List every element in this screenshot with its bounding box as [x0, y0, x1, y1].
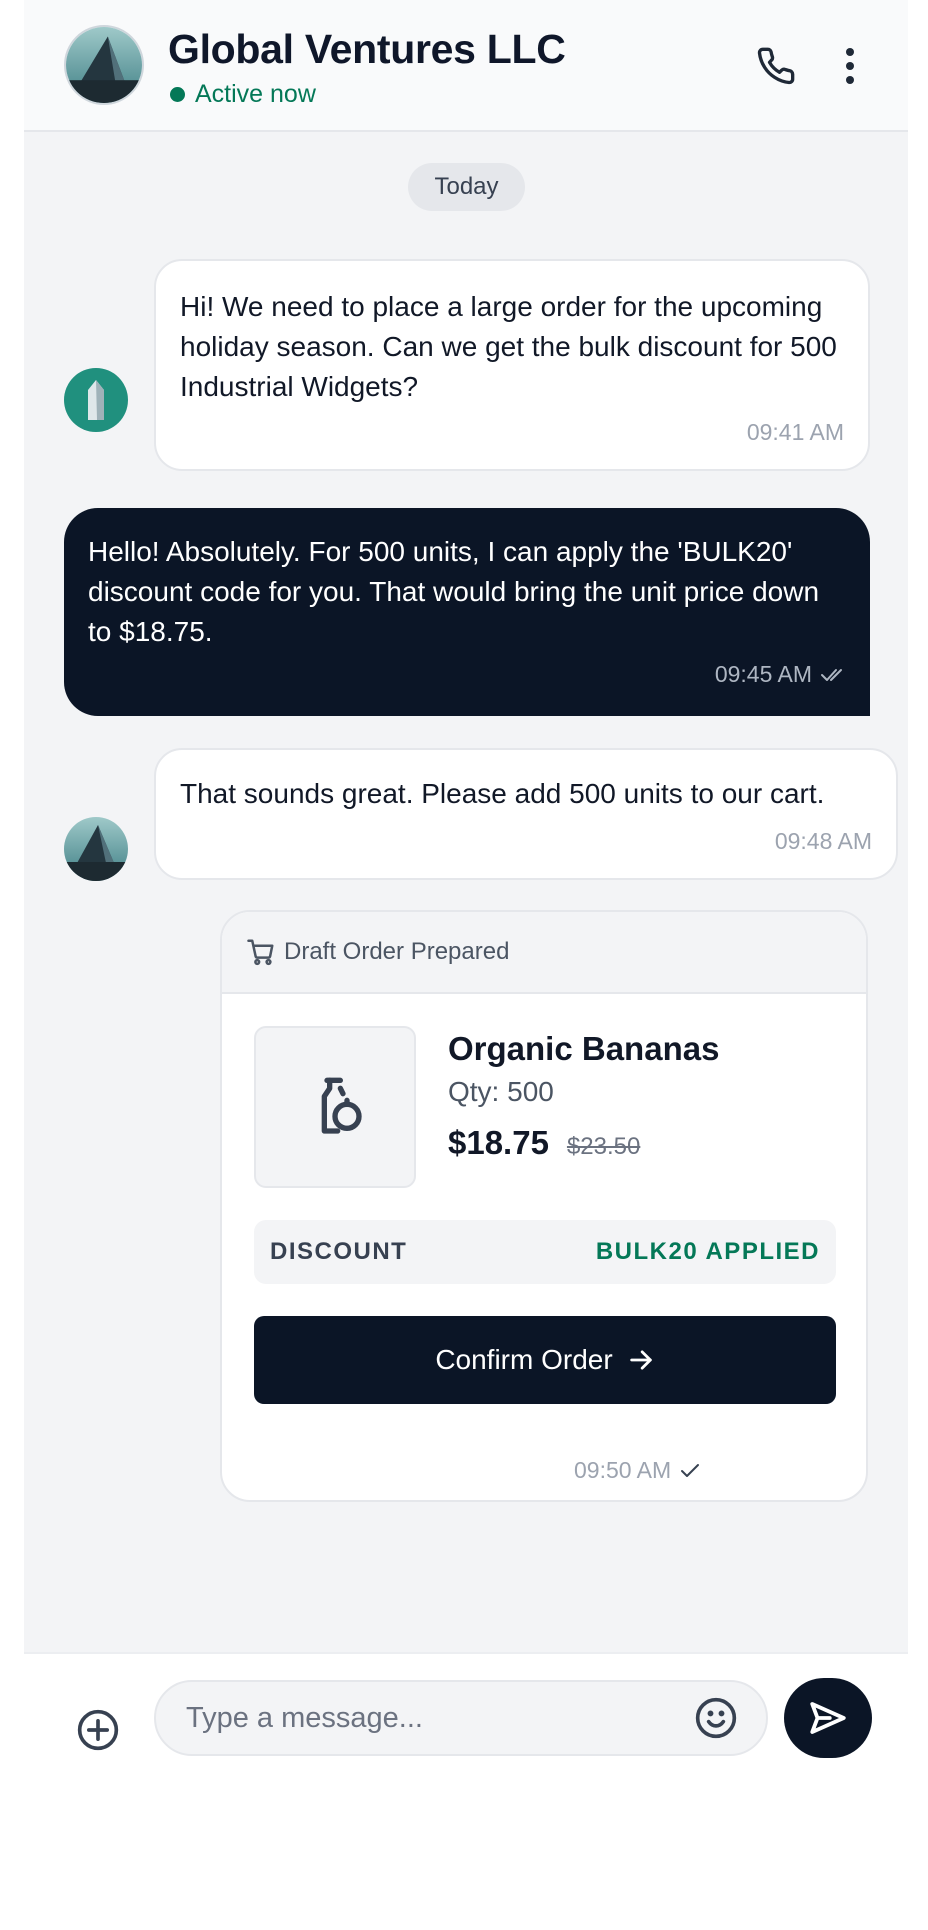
timestamp: 09:41 AM [746, 419, 844, 445]
discounted-price: $18.75 [448, 1124, 549, 1161]
message-bubble-incoming: Hi! We need to place a large order for t… [154, 259, 870, 471]
send-button[interactable] [784, 1678, 872, 1758]
original-price: $23.50 [566, 1133, 641, 1160]
building-icon [66, 27, 142, 103]
call-button[interactable] [752, 42, 800, 90]
message-text: Hello! Absolutely. For 500 units, I can … [88, 536, 820, 647]
phone-icon [757, 47, 795, 85]
timestamp: 09:45 AM [714, 661, 812, 687]
contact-avatar[interactable] [64, 25, 144, 105]
message-input[interactable] [186, 1682, 656, 1754]
message-composer [24, 1652, 908, 1930]
chat-app: Global Ventures LLC Active now Today Hi!… [24, 0, 908, 1930]
smiley-icon [695, 1697, 737, 1739]
order-card-header: Draft Order Prepared [222, 912, 866, 994]
draft-order-card: Draft Order Prepared Organic Bananas Qty… [220, 910, 868, 1502]
message-time: 09:41 AM [747, 419, 844, 446]
cart-icon [247, 939, 274, 966]
message-input-wrapper [154, 1680, 768, 1756]
emoji-button[interactable] [694, 1696, 738, 1740]
timestamp: 09:50 AM [574, 1457, 672, 1483]
message-time: 09:50 AM [574, 1457, 701, 1484]
message-text: That sounds great. Please add 500 units … [180, 778, 825, 809]
confirm-order-label: Confirm Order [435, 1344, 613, 1375]
order-card-title: Draft Order Prepared [284, 938, 510, 965]
message-bubble-incoming: That sounds great. Please add 500 units … [154, 748, 898, 880]
date-divider: Today [408, 163, 525, 211]
send-icon [810, 1702, 846, 1734]
online-dot-icon [170, 86, 185, 102]
contact-name: Global Ventures LLC [168, 26, 566, 72]
discount-summary: DISCOUNT BULK20 APPLIED [254, 1220, 836, 1284]
check-icon [681, 1463, 700, 1477]
discount-label: DISCOUNT [270, 1238, 408, 1265]
plus-circle-icon [77, 1709, 119, 1751]
price-row: $18.75 $23.50 [448, 1124, 640, 1162]
chat-header: Global Ventures LLC Active now [24, 0, 908, 132]
attach-button[interactable] [76, 1708, 120, 1752]
building-icon [64, 817, 128, 881]
message-bubble-outgoing: Hello! Absolutely. For 500 units, I can … [64, 508, 870, 716]
confirm-order-button[interactable]: Confirm Order [254, 1316, 836, 1404]
product-quantity: Qty: 500 [448, 1076, 554, 1107]
arrow-right-icon [629, 1350, 652, 1370]
presence-status: Active now [170, 79, 316, 109]
message-time: 09:48 AM [775, 828, 872, 855]
discount-status: BULK20 APPLIED [595, 1238, 820, 1265]
product-image[interactable] [254, 1026, 416, 1188]
sender-avatar[interactable] [64, 817, 128, 881]
double-check-icon [821, 668, 842, 681]
status-text: Active now [195, 79, 316, 108]
sender-avatar[interactable] [64, 368, 128, 432]
more-options-button[interactable] [826, 42, 874, 90]
more-vertical-icon [846, 48, 854, 84]
message-time: 09:45 AM [715, 661, 846, 688]
message-text: Hi! We need to place a large order for t… [180, 291, 837, 402]
timestamp: 09:48 AM [774, 828, 872, 854]
building-icon [64, 368, 128, 432]
product-name: Organic Bananas [448, 1030, 720, 1067]
bottle-icon [321, 1077, 362, 1134]
